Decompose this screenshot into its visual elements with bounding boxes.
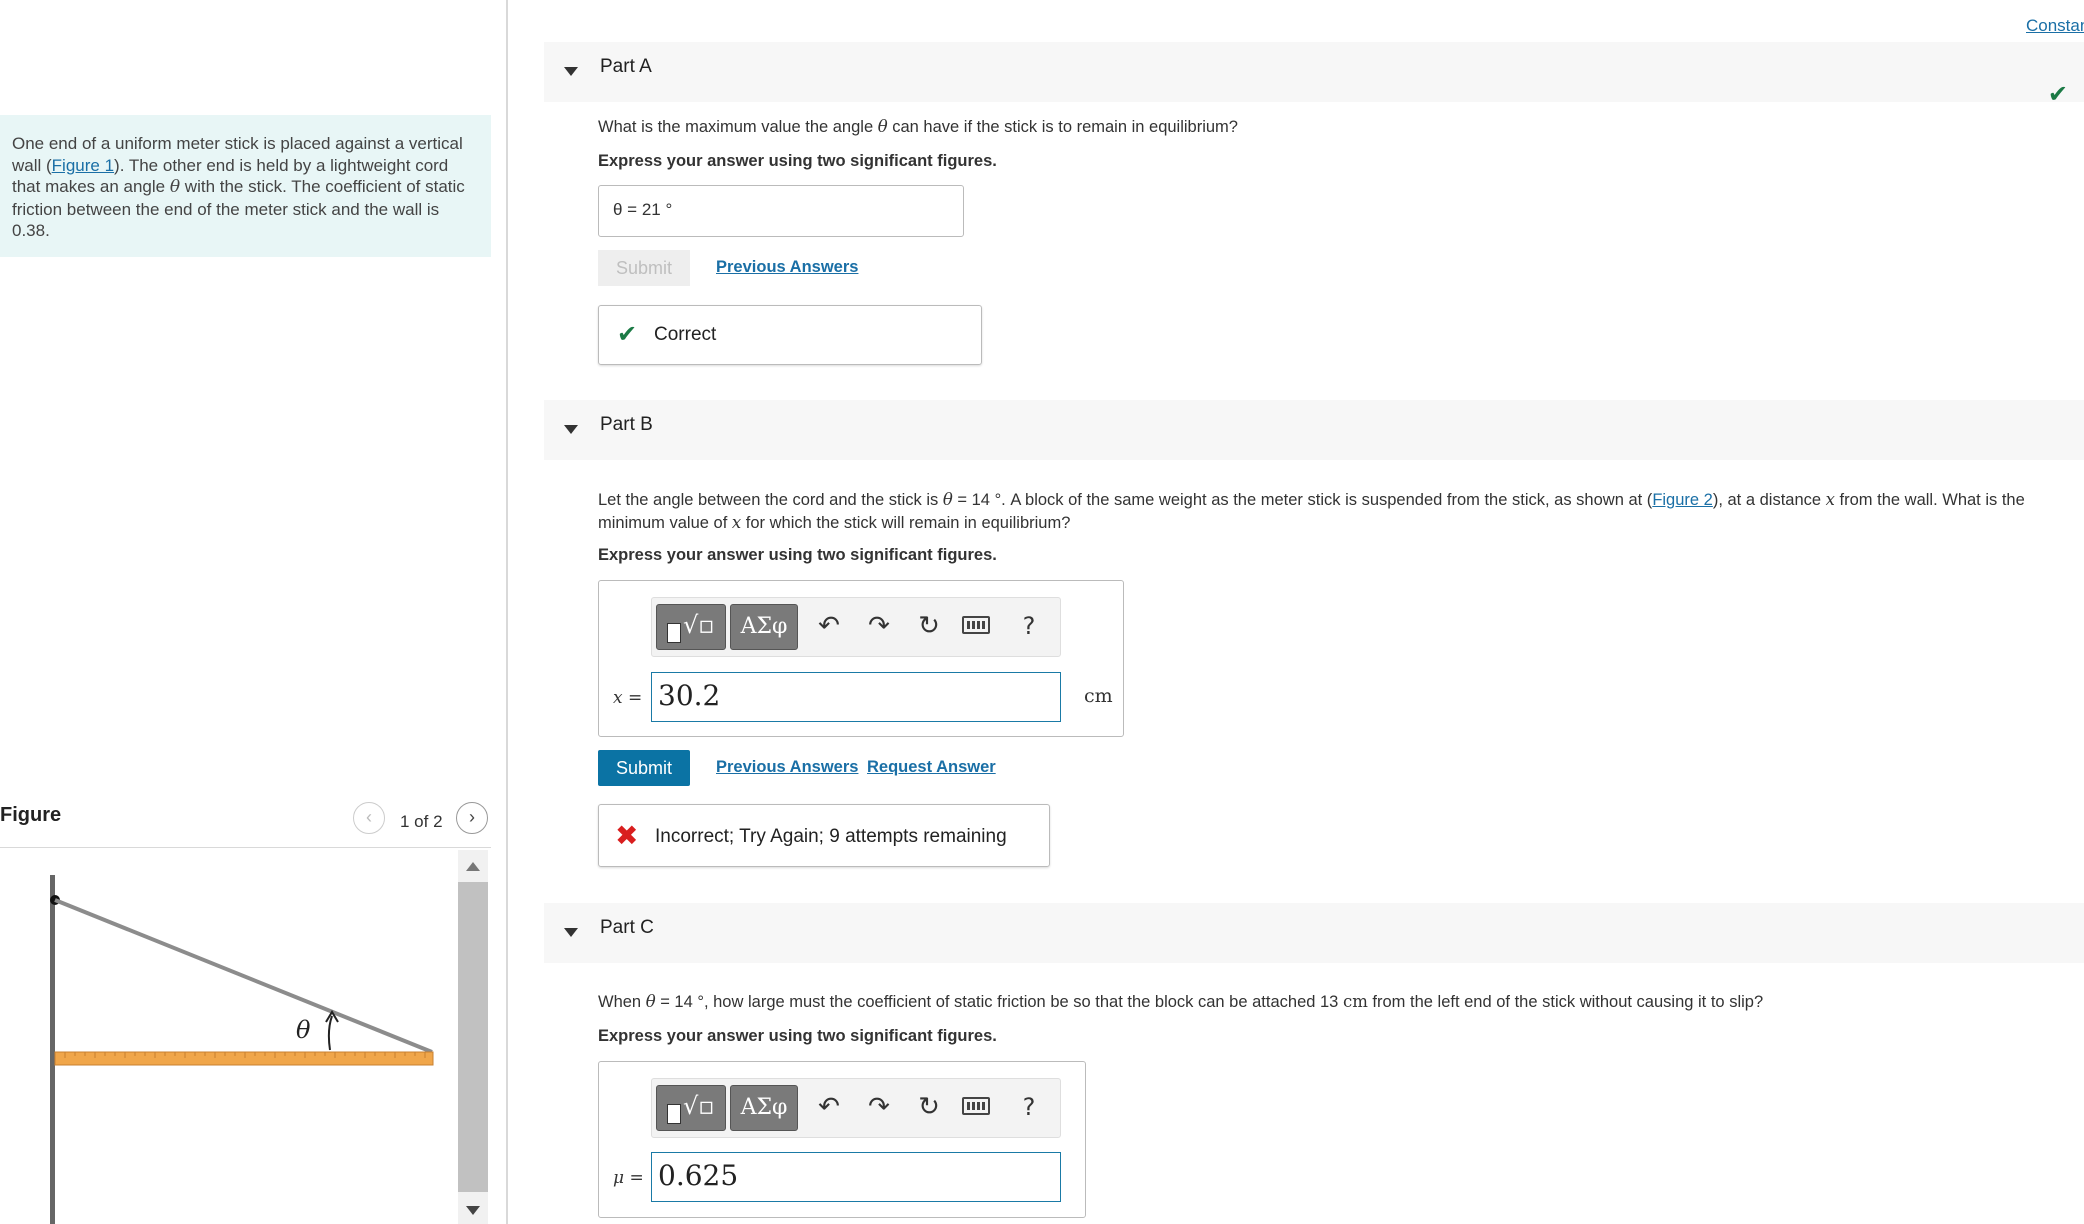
figure-next-button[interactable]: ›	[456, 802, 488, 834]
part-c-header[interactable]: Part C	[544, 903, 2084, 963]
check-icon: ✔	[617, 321, 638, 348]
meter-stick	[54, 1051, 434, 1066]
wall	[50, 875, 55, 1224]
figure-area: θ	[0, 850, 491, 1224]
greek-symbols-button[interactable]: ΑΣφ	[730, 1085, 798, 1131]
help-icon[interactable]: ?	[1012, 612, 1046, 640]
scroll-down-icon[interactable]	[466, 1206, 480, 1215]
theta-symbol: θ	[942, 490, 953, 509]
problem-statement: One end of a uniform meter stick is plac…	[0, 115, 491, 257]
figure-1-link[interactable]: Figure 1	[52, 156, 114, 175]
reset-icon[interactable]: ↻	[912, 610, 946, 641]
angle-arc	[327, 1015, 333, 1051]
scroll-up-icon[interactable]	[466, 862, 480, 871]
part-b-question-text: Let the angle between the cord and the s…	[598, 491, 943, 509]
x-label: x =	[613, 688, 643, 708]
collapse-triangle-icon[interactable]	[564, 67, 578, 76]
keyboard-icon[interactable]	[962, 1097, 990, 1115]
undo-icon[interactable]: ↶	[812, 610, 846, 641]
x-symbol: x	[731, 512, 742, 532]
part-a-feedback: ✔ Correct	[598, 305, 982, 365]
part-a-previous-answers-link[interactable]: Previous Answers	[716, 258, 858, 277]
part-b-unit: cm	[1084, 685, 1113, 707]
undo-icon[interactable]: ↶	[812, 1091, 846, 1122]
collapse-triangle-icon[interactable]	[564, 928, 578, 937]
part-b-feedback-text: Incorrect; Try Again; 9 attempts remaini…	[655, 826, 1007, 847]
part-a-instruction: Express your answer using two significan…	[598, 152, 997, 170]
constants-link[interactable]: Constants	[2026, 16, 2084, 36]
part-b-header[interactable]: Part B	[544, 400, 2084, 460]
figure-prev-button[interactable]: ‹	[353, 802, 385, 834]
x-icon: ✖	[615, 820, 639, 851]
redo-icon[interactable]: ↷	[862, 1091, 896, 1122]
meter-stick-figure: θ	[50, 875, 434, 1224]
reset-icon[interactable]: ↻	[912, 1091, 946, 1122]
part-b-answer-input[interactable]: 30.2	[651, 672, 1061, 722]
part-c-title: Part C	[600, 917, 654, 938]
cm-unit: cm	[1342, 992, 1368, 1011]
theta-symbol: θ	[169, 177, 181, 197]
part-a-question-text: What is the maximum value the angle	[598, 118, 878, 136]
keyboard-icon[interactable]	[962, 616, 990, 634]
cord	[54, 898, 433, 1054]
scroll-thumb[interactable]	[458, 882, 488, 1192]
figure-scrollbar[interactable]	[458, 850, 488, 1224]
part-b-request-answer-link[interactable]: Request Answer	[867, 758, 996, 777]
part-b-question-text: ), at a distance	[1712, 491, 1826, 509]
figure-counter: 1 of 2	[400, 812, 443, 831]
part-b-question-text: = 14 °. A block of the same weight as th…	[952, 491, 1653, 509]
part-c-instruction: Express your answer using two significan…	[598, 1027, 997, 1045]
help-icon[interactable]: ?	[1012, 1093, 1046, 1121]
part-a-question: What is the maximum value the angle θ ca…	[598, 116, 2078, 139]
greek-symbols-button[interactable]: ΑΣφ	[730, 604, 798, 650]
part-c-question-text: = 14 °, how large must the coefficient o…	[655, 993, 1343, 1011]
part-c-question: When θ = 14 °, how large must the coeffi…	[598, 991, 2078, 1014]
figure-header: Figure ‹ 1 of 2 ›	[0, 802, 491, 848]
right-pane: Constants Part A ✔ What is the maximum v…	[510, 0, 2084, 1224]
part-a-submit-button: Submit	[598, 250, 690, 286]
collapse-triangle-icon[interactable]	[564, 425, 578, 434]
part-b-submit-button[interactable]: Submit	[598, 750, 690, 786]
figure-title: Figure	[0, 804, 62, 826]
mu-label: μ =	[613, 1168, 644, 1188]
part-b-question: Let the angle between the cord and the s…	[598, 489, 2078, 534]
part-c-question-text: from the left end of the stick without c…	[1367, 993, 1764, 1011]
part-b-previous-answers-link[interactable]: Previous Answers	[716, 758, 858, 777]
part-c-question-text: When	[598, 993, 646, 1011]
check-icon: ✔	[2047, 81, 2068, 108]
redo-icon[interactable]: ↷	[862, 610, 896, 641]
part-a-title: Part A	[600, 56, 652, 77]
left-pane: One end of a uniform meter stick is plac…	[0, 0, 508, 1224]
part-a-feedback-text: Correct	[654, 324, 717, 345]
math-toolbar: √▫ ΑΣφ ↶ ↷ ↻ ?	[651, 1078, 1061, 1138]
x-symbol: x	[1825, 490, 1835, 509]
templates-button[interactable]: √▫	[656, 604, 726, 650]
part-c-math-box: √▫ ΑΣφ ↶ ↷ ↻ ? μ = 0.625	[598, 1061, 1086, 1218]
part-c-answer-input[interactable]: 0.625	[651, 1152, 1061, 1202]
theta-symbol: θ	[645, 992, 656, 1011]
figure-2-link[interactable]: Figure 2	[1652, 491, 1713, 509]
part-a-question-text: can have if the stick is to remain in eq…	[887, 118, 1238, 136]
theta-symbol: θ	[877, 117, 888, 136]
part-b-instruction: Express your answer using two significan…	[598, 546, 997, 564]
part-b-title: Part B	[600, 414, 653, 435]
templates-button[interactable]: √▫	[656, 1085, 726, 1131]
part-a-answer-box: θ = 21 °	[598, 185, 964, 237]
theta-label: θ	[296, 1016, 311, 1044]
math-toolbar: √▫ ΑΣφ ↶ ↷ ↻ ?	[651, 597, 1061, 657]
part-b-feedback: ✖ Incorrect; Try Again; 9 attempts remai…	[598, 804, 1050, 867]
part-a-header[interactable]: Part A ✔	[544, 42, 2084, 108]
part-b-math-box: √▫ ΑΣφ ↶ ↷ ↻ ? x = 30.2 cm	[598, 580, 1124, 737]
part-b-question-text: for which the stick will remain in equil…	[741, 513, 1071, 532]
